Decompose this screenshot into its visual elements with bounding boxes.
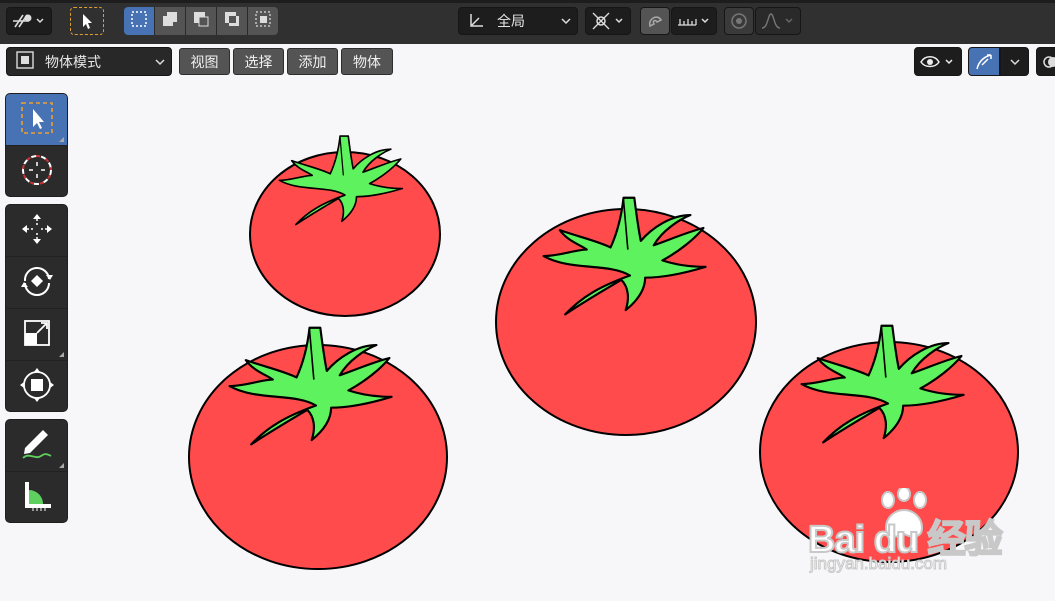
transform-orientation-label: 全局 <box>497 14 525 30</box>
select-intersect-icon <box>254 10 272 32</box>
select-subtract-icon <box>192 10 210 32</box>
3d-cursor-icon <box>19 152 55 192</box>
tool-move[interactable] <box>6 205 67 257</box>
submenu-indicator <box>59 352 64 357</box>
menu-view[interactable]: 视图 <box>179 48 230 75</box>
overlay-icon <box>1042 53 1055 71</box>
menu-select[interactable]: 选择 <box>233 48 284 75</box>
snap-increment-icon <box>676 11 712 31</box>
annotate-pencil-icon <box>19 426 55 466</box>
chevron-down-icon <box>561 17 571 25</box>
snap-target-dropdown[interactable] <box>671 7 717 35</box>
tomato[interactable] <box>249 135 441 317</box>
selection-mode-group <box>124 7 278 35</box>
rotate-icon <box>19 263 55 303</box>
snap-toggle[interactable] <box>640 7 670 35</box>
select-subtract-button[interactable] <box>186 7 217 35</box>
chevron-down-icon <box>1009 58 1020 66</box>
menu-add[interactable]: 添加 <box>287 48 338 75</box>
orientation-icon <box>467 12 485 30</box>
scale-icon <box>19 315 55 355</box>
select-invert-icon <box>223 10 241 32</box>
toolbar-transform-group <box>5 204 68 412</box>
tomato[interactable] <box>495 196 757 436</box>
pivot-point-dropdown[interactable] <box>585 7 631 35</box>
menu-object[interactable]: 物体 <box>341 48 393 75</box>
falloff-dropdown[interactable] <box>755 7 801 35</box>
select-invert-button[interactable] <box>217 7 248 35</box>
toolbar-annotate-group <box>5 419 68 523</box>
select-new-icon <box>130 10 148 32</box>
tool-scale[interactable] <box>6 309 67 361</box>
tool-settings-button[interactable] <box>70 7 104 35</box>
transform-icon <box>19 367 55 407</box>
select-intersect-button[interactable] <box>248 7 278 35</box>
mode-label: 物体模式 <box>45 54 101 71</box>
editor-type-icon <box>11 11 47 31</box>
interaction-mode-dropdown[interactable]: 物体模式 <box>6 47 172 76</box>
proportional-editing-toggle[interactable] <box>724 7 754 35</box>
select-new-button[interactable] <box>124 7 155 35</box>
falloff-curve-icon <box>760 11 796 31</box>
watermark: Bai du 经验 jingyan.baidu.com <box>807 486 1008 578</box>
move-icon <box>19 211 55 251</box>
tomato[interactable] <box>188 326 448 570</box>
tool-measure[interactable] <box>6 472 67 522</box>
gizmo-dropdown[interactable] <box>1000 47 1029 76</box>
select-extend-icon <box>161 10 179 32</box>
gizmo-icon <box>974 52 994 72</box>
watermark-site: jingyan.baidu.com <box>809 554 948 574</box>
magnet-icon <box>646 12 664 30</box>
pivot-point-icon <box>590 11 626 31</box>
select-extend-button[interactable] <box>155 7 186 35</box>
eye-icon <box>919 52 957 72</box>
object-mode-icon <box>15 50 35 74</box>
measure-ruler-icon <box>19 478 55 518</box>
visibility-dropdown[interactable] <box>914 47 962 76</box>
select-cursor-icon <box>79 12 95 30</box>
proportional-icon <box>730 12 748 30</box>
tool-transform[interactable] <box>6 361 67 411</box>
submenu-indicator <box>59 137 64 142</box>
overlay-toggle[interactable] <box>1036 47 1055 76</box>
editor-type-button[interactable] <box>6 7 52 35</box>
chevron-down-icon <box>155 54 165 70</box>
tool-select-box[interactable] <box>6 94 67 146</box>
tool-cursor[interactable] <box>6 146 67 196</box>
tool-annotate[interactable] <box>6 420 67 472</box>
gizmo-toggle[interactable] <box>968 47 1000 76</box>
select-box-icon <box>19 100 55 140</box>
tool-rotate[interactable] <box>6 257 67 309</box>
transform-orientation-dropdown[interactable]: 全局 <box>458 7 578 35</box>
toolbar-select-group <box>5 93 68 197</box>
submenu-indicator <box>59 463 64 468</box>
